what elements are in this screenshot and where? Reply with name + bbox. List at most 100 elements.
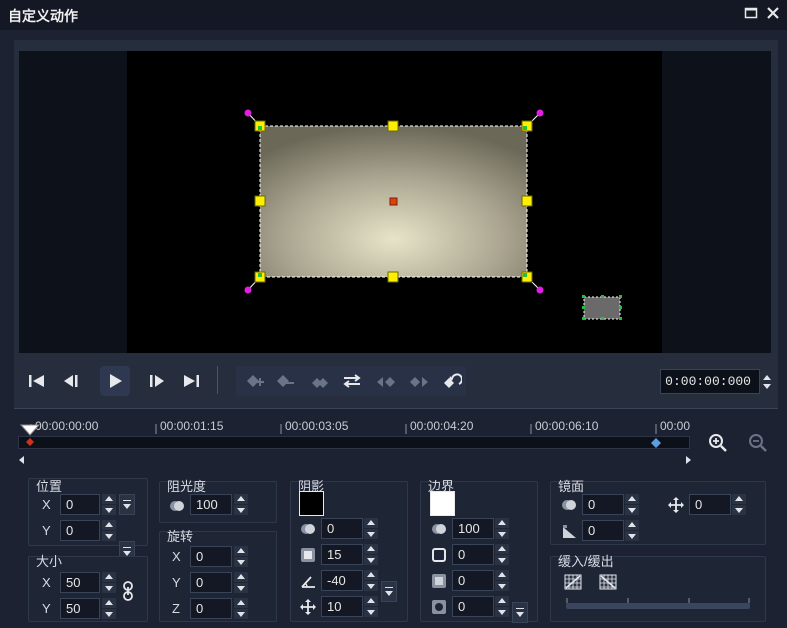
- mirror-opacity-input[interactable]: 0: [582, 494, 624, 515]
- border-softness-spinner[interactable]: [495, 570, 509, 591]
- shadow-opacity-input[interactable]: 0: [321, 518, 363, 539]
- zoom-in-icon[interactable]: [708, 433, 728, 456]
- next-frame-button[interactable]: [142, 366, 172, 396]
- rotation-z-input[interactable]: 0: [190, 598, 232, 619]
- shadow-blur-icon: [299, 546, 317, 564]
- mirror-fade-spinner[interactable]: [625, 520, 639, 541]
- rotation-z-spinner[interactable]: [234, 598, 248, 619]
- step-forward-icon: [150, 375, 164, 387]
- preview-canvas[interactable]: [127, 51, 662, 353]
- border-corner-spinner[interactable]: [495, 596, 509, 617]
- swap-keyframe-button[interactable]: [337, 366, 367, 396]
- border-corner-input[interactable]: 0: [452, 596, 494, 617]
- zoom-out-icon[interactable]: [748, 433, 768, 456]
- add-keyframe-icon: [247, 375, 264, 387]
- size-y-input[interactable]: 50: [60, 598, 100, 619]
- shadow-color-swatch[interactable]: [299, 491, 324, 516]
- opacity-spinner[interactable]: [234, 494, 248, 515]
- shadow-keyframe-dropdown[interactable]: [381, 581, 397, 602]
- add-keyframe-button[interactable]: [241, 366, 271, 396]
- mirror-distance-input[interactable]: 0: [689, 494, 731, 515]
- border-opacity-input[interactable]: 100: [452, 518, 494, 539]
- size-title: 大小: [36, 554, 63, 569]
- border-softness-input[interactable]: 0: [452, 570, 494, 591]
- border-softness-icon: [430, 572, 448, 590]
- opacity-input[interactable]: 100: [190, 494, 232, 515]
- mirror-fade-icon: [560, 522, 578, 540]
- fade-in-out-title: 缓入/缓出: [558, 554, 614, 569]
- window-title: 自定义动作: [8, 8, 78, 24]
- shadow-blur-input[interactable]: 15: [321, 544, 363, 565]
- position-y-input[interactable]: 0: [60, 520, 100, 541]
- position-x-keyframe-dropdown[interactable]: [119, 494, 135, 515]
- border-corner-icon: [430, 598, 448, 616]
- size-y-spinner[interactable]: [102, 598, 116, 619]
- go-to-end-button[interactable]: [176, 366, 206, 396]
- position-title: 位置: [36, 479, 63, 494]
- border-width-input[interactable]: 0: [452, 544, 494, 565]
- rotation-y-spinner[interactable]: [234, 572, 248, 593]
- ease-in-icon[interactable]: [563, 573, 583, 591]
- border-keyframe-dropdown[interactable]: [512, 602, 528, 623]
- scroll-left-icon[interactable]: [18, 455, 26, 465]
- rotation-y-label: Y: [172, 575, 181, 590]
- opacity-icon: [168, 497, 186, 515]
- position-y-spinner[interactable]: [102, 520, 116, 541]
- remove-keyframe-button[interactable]: [271, 366, 301, 396]
- border-width-spinner[interactable]: [495, 544, 509, 565]
- size-x-input[interactable]: 50: [60, 572, 100, 593]
- position-x-input[interactable]: 0: [60, 494, 100, 515]
- shadow-angle-spinner[interactable]: [364, 570, 378, 591]
- link-chain-icon[interactable]: [121, 581, 135, 601]
- reverse-keyframe-button[interactable]: [305, 366, 335, 396]
- mirror-opacity-icon: [560, 496, 578, 514]
- close-icon[interactable]: [765, 6, 781, 22]
- shadow-angle-input[interactable]: -40: [321, 570, 363, 591]
- rotation-y-input[interactable]: 0: [190, 572, 232, 593]
- border-opacity-spinner[interactable]: [495, 518, 509, 539]
- reset-keyframe-icon: [444, 373, 462, 388]
- play-button[interactable]: [100, 366, 130, 396]
- ease-slider-ticks: [566, 598, 750, 603]
- border-width-icon: [430, 546, 448, 564]
- mirror-distance-icon: [667, 496, 685, 514]
- rotation-x-input[interactable]: 0: [190, 546, 232, 567]
- ease-out-icon[interactable]: [598, 573, 618, 591]
- mirror-opacity-spinner[interactable]: [625, 494, 639, 515]
- rotation-x-label: X: [172, 549, 181, 564]
- remove-keyframe-icon: [277, 375, 294, 387]
- rotation-z-label: Z: [172, 601, 180, 616]
- shadow-opacity-spinner[interactable]: [364, 518, 378, 539]
- reset-keyframe-button[interactable]: [436, 366, 466, 396]
- size-y-label: Y: [42, 601, 51, 616]
- shadow-blur-spinner[interactable]: [364, 544, 378, 565]
- mirror-distance-spinner[interactable]: [732, 494, 746, 515]
- position-x-spinner[interactable]: [102, 494, 116, 515]
- size-x-label: X: [42, 575, 51, 590]
- skip-end-icon: [184, 375, 199, 387]
- scroll-right-icon[interactable]: [684, 455, 692, 465]
- shadow-opacity-icon: [299, 520, 317, 538]
- mirror-fade-input[interactable]: 0: [582, 520, 624, 541]
- go-to-start-button[interactable]: [22, 366, 52, 396]
- timecode-field[interactable]: 0:00:00:000: [660, 369, 760, 394]
- next-keyframe-button[interactable]: [404, 366, 434, 396]
- rotation-x-spinner[interactable]: [234, 546, 248, 567]
- timecode-spinner[interactable]: [761, 372, 773, 392]
- playhead-marker[interactable]: [19, 422, 43, 450]
- border-opacity-icon: [430, 520, 448, 538]
- maximize-icon[interactable]: [743, 6, 759, 22]
- shadow-distance-spinner[interactable]: [364, 596, 378, 617]
- shadow-angle-icon: [299, 572, 317, 590]
- size-x-spinner[interactable]: [102, 572, 116, 593]
- previous-keyframe-button[interactable]: [371, 366, 401, 396]
- keyframe-marker[interactable]: [650, 437, 662, 449]
- border-color-swatch[interactable]: [430, 491, 455, 516]
- mirror-title: 镜面: [558, 479, 585, 494]
- timeline-track[interactable]: [18, 436, 690, 449]
- play-icon: [110, 374, 122, 388]
- shadow-distance-input[interactable]: 10: [321, 596, 363, 617]
- ease-slider-track[interactable]: [566, 603, 750, 609]
- next-keyframe-icon: [410, 377, 428, 387]
- previous-frame-button[interactable]: [56, 366, 86, 396]
